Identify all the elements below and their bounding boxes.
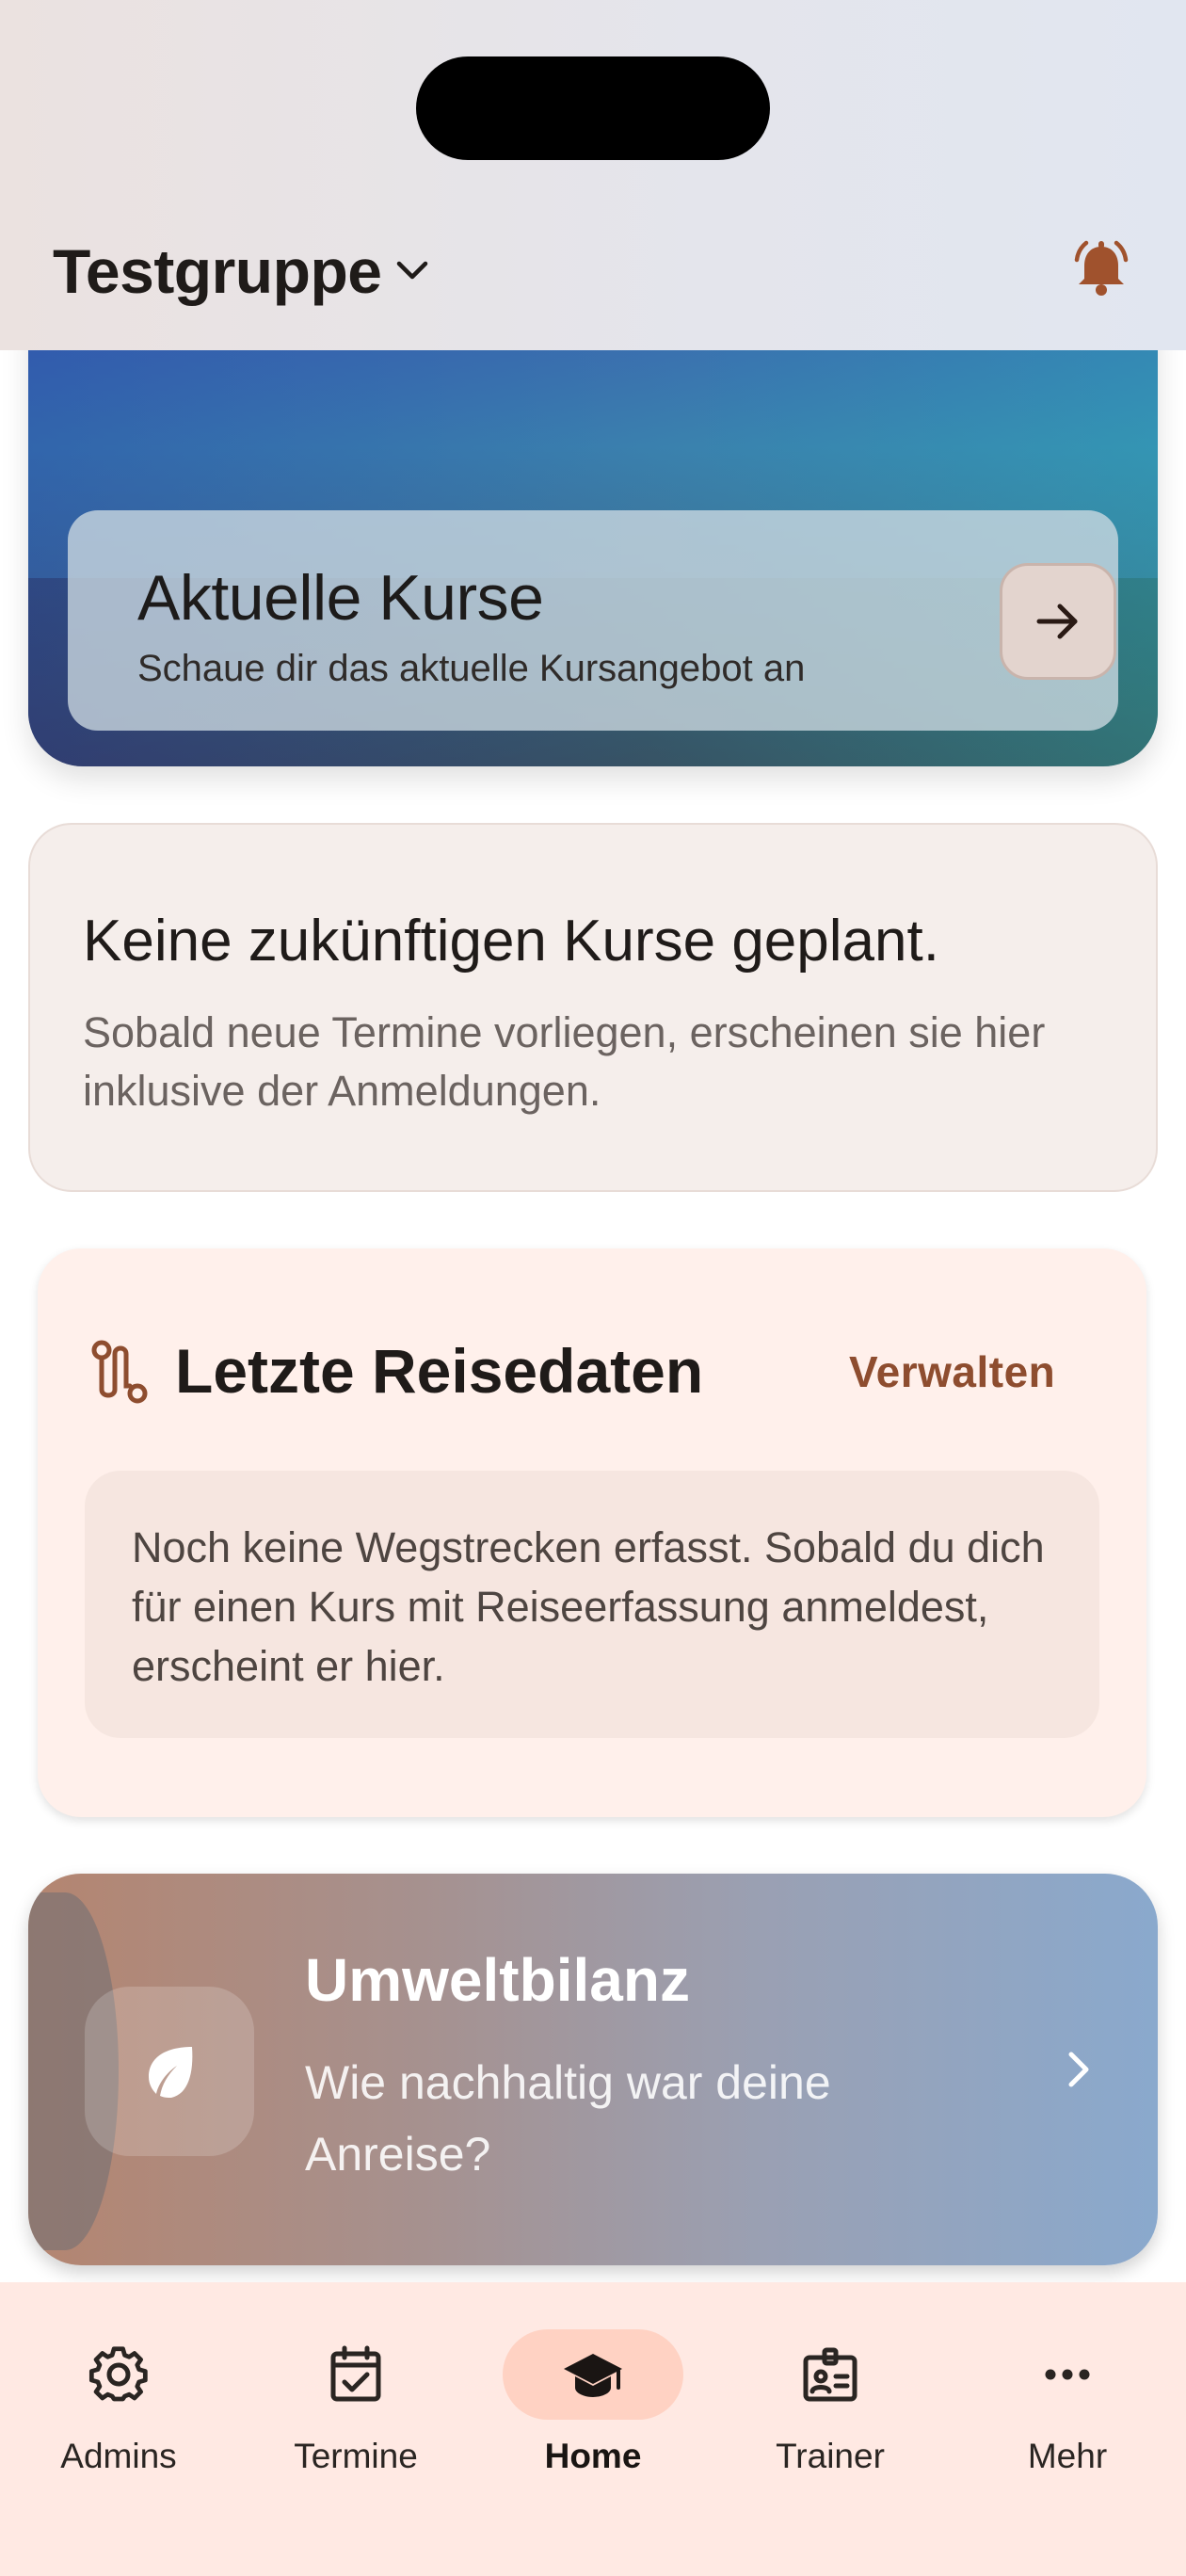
travel-empty-text: Noch keine Wegstrecken erfasst. Sobald d…	[132, 1523, 1045, 1690]
nav-label-termine: Termine	[294, 2437, 418, 2475]
travel-data-title: Letzte Reisedaten	[175, 1336, 704, 1406]
nav-icon-container	[740, 2329, 921, 2420]
nav-item-admins[interactable]: Admins	[0, 2318, 237, 2487]
upcoming-empty-description: Sobald neue Termine vorliegen, erscheine…	[83, 1008, 1046, 1115]
upcoming-empty-title: Keine zukünftigen Kurse geplant.	[83, 909, 939, 974]
app-header: Testgruppe	[0, 0, 1186, 350]
route-icon	[91, 1340, 148, 1404]
nav-item-mehr[interactable]: Mehr	[949, 2318, 1186, 2487]
nav-label-mehr: Mehr	[1027, 2437, 1108, 2475]
current-courses-hero[interactable]: Aktuelle Kurse Schaue dir das aktuelle K…	[28, 311, 1158, 766]
chevron-right-icon[interactable]	[1050, 2041, 1107, 2098]
graduation-cap-icon	[564, 2354, 622, 2397]
id-badge-icon	[803, 2347, 857, 2402]
eco-subtitle: Wie nachhaltig war deine Anreise?	[305, 2056, 831, 2181]
nav-icon-container	[265, 2329, 446, 2420]
leaf-icon	[149, 2047, 193, 2098]
nav-icon-container	[977, 2329, 1158, 2420]
manage-travel-button[interactable]: Verwalten	[849, 1346, 1055, 1397]
camera-notch	[416, 56, 770, 160]
travel-empty-box: Noch keine Wegstrecken erfasst. Sobald d…	[85, 1471, 1099, 1738]
bottom-navigation: Admins Termine Home Trainer Mehr	[0, 2282, 1186, 2576]
group-selector-label[interactable]: Testgruppe	[53, 233, 382, 309]
nav-label-home: Home	[544, 2437, 642, 2475]
arrow-right-icon	[1036, 604, 1078, 639]
nav-item-home[interactable]: Home	[474, 2318, 712, 2487]
nav-item-termine[interactable]: Termine	[237, 2318, 474, 2487]
chevron-down-icon[interactable]	[390, 252, 435, 290]
nav-icon-container-active	[503, 2329, 683, 2420]
calendar-check-icon	[330, 2345, 381, 2402]
current-courses-panel[interactable]: Aktuelle Kurse Schaue dir das aktuelle K…	[68, 510, 1118, 731]
nav-icon-container	[28, 2329, 209, 2420]
nav-label-admins: Admins	[60, 2437, 177, 2475]
eco-balance-card[interactable]: Umweltbilanz Wie nachhaltig war deine An…	[28, 1874, 1158, 2265]
more-horizontal-icon	[1045, 2369, 1090, 2380]
nav-label-trainer: Trainer	[776, 2437, 885, 2475]
current-courses-subtitle: Schaue dir das aktuelle Kursangebot an	[137, 648, 806, 689]
bell-icon[interactable]	[1069, 237, 1133, 301]
travel-data-card: Letzte Reisedaten Verwalten Noch keine W…	[38, 1248, 1146, 1817]
gear-icon	[88, 2346, 148, 2402]
eco-icon-container	[85, 1987, 254, 2156]
open-courses-button[interactable]	[1000, 563, 1116, 680]
eco-title: Umweltbilanz	[305, 1946, 690, 2014]
upcoming-courses-card: Keine zukünftigen Kurse geplant. Sobald …	[28, 823, 1158, 1192]
nav-item-trainer[interactable]: Trainer	[712, 2318, 949, 2487]
current-courses-title: Aktuelle Kurse	[137, 562, 544, 634]
